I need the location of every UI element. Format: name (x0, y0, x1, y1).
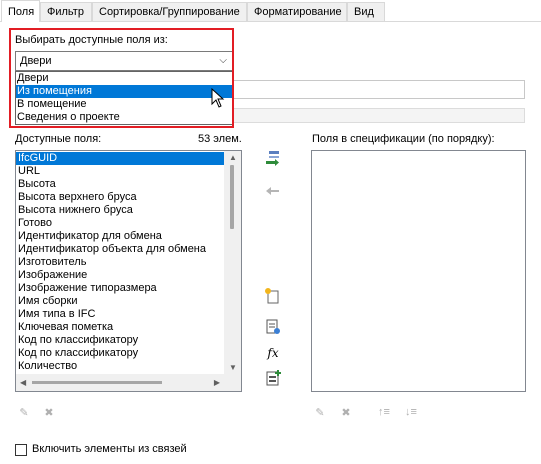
list-item[interactable]: Идентификатор объекта для обмена (16, 243, 224, 256)
category-dropdown: Двери Из помещения В помещение Сведения … (15, 71, 233, 125)
dropdown-option[interactable]: В помещение (16, 98, 232, 111)
include-links-label: Включить элементы из связей (32, 443, 187, 455)
list-item[interactable]: Имя типа в IFC (16, 308, 224, 321)
scroll-right-icon[interactable]: ▶ (214, 378, 220, 387)
add-parameter-button[interactable] (264, 149, 282, 167)
add-parameter-icon (266, 151, 279, 166)
combo-selected-value: Двери (20, 55, 52, 67)
dropdown-option-highlighted[interactable]: Из помещения (16, 85, 232, 98)
list-item[interactable]: Ключевая пометка (16, 321, 224, 334)
remove-parameter-icon (266, 187, 279, 195)
horizontal-scrollbar[interactable]: ◀ ▶ (16, 374, 224, 391)
tab-bar: Поля Фильтр Сортировка/Группирование Фор… (0, 0, 541, 22)
delete-icon: ✖ (44, 406, 54, 419)
select-from-label: Выбирать доступные поля из: (15, 34, 168, 46)
list-item[interactable]: URL (16, 165, 224, 178)
list-item[interactable]: Идентификатор для обмена (16, 230, 224, 243)
tab-filter[interactable]: Фильтр (40, 2, 92, 21)
list-item[interactable]: Готово (16, 217, 224, 230)
list-item[interactable]: Высота (16, 178, 224, 191)
edit-right-button[interactable]: ✎ (311, 403, 329, 421)
available-fields-list[interactable]: IfcGUID URL Высота Высота верхнего бруса… (15, 150, 242, 392)
edit-icon: ✎ (315, 406, 325, 419)
vertical-scrollbar[interactable]: ▲ ▼ (224, 151, 241, 374)
move-up-icon: ↑≡ (378, 406, 390, 418)
calculated-value-icon (266, 319, 280, 334)
list-item[interactable]: Изображение типоразмера (16, 282, 224, 295)
remove-parameter-button[interactable] (264, 182, 282, 200)
scheduled-fields-label: Поля в спецификации (по порядку): (312, 133, 495, 145)
list-item[interactable]: IfcGUID (16, 152, 224, 165)
hidden-field-lower (232, 108, 525, 123)
tab-fields[interactable]: Поля (1, 0, 40, 22)
scroll-thumb[interactable] (230, 165, 234, 229)
move-down-icon: ↓≡ (405, 406, 417, 418)
fx-icon: fx (267, 346, 279, 360)
scroll-thumb[interactable] (32, 381, 162, 384)
available-fields-label: Доступные поля: (15, 133, 102, 145)
dropdown-option[interactable]: Сведения о проекте (16, 111, 232, 124)
list-item[interactable]: Код по классификатору (16, 334, 224, 347)
combine-parameters-button[interactable] (264, 369, 282, 387)
list-item[interactable]: Код по классификатору (16, 347, 224, 360)
new-parameter-button[interactable] (264, 287, 282, 305)
list-item[interactable]: Высота верхнего бруса (16, 191, 224, 204)
delete-icon: ✖ (341, 406, 351, 419)
list-item[interactable]: Высота нижнего бруса (16, 204, 224, 217)
scroll-corner (224, 374, 241, 391)
fx-button[interactable]: fx (264, 344, 282, 362)
delete-left-button[interactable]: ✖ (40, 403, 58, 421)
scheduled-fields-list[interactable] (311, 150, 526, 392)
mouse-cursor-icon (211, 88, 225, 108)
list-item[interactable]: Изготовитель (16, 256, 224, 269)
category-combobox[interactable]: Двери ⌵ (15, 51, 233, 71)
move-down-button[interactable]: ↓≡ (402, 403, 420, 421)
combine-parameters-icon (266, 370, 281, 386)
tab-sorting[interactable]: Сортировка/Группирование (92, 2, 247, 21)
list-item[interactable]: Количество (16, 360, 224, 373)
scroll-up-icon[interactable]: ▲ (229, 153, 237, 162)
edit-icon: ✎ (19, 406, 29, 419)
scroll-down-icon[interactable]: ▼ (229, 363, 237, 372)
chevron-down-icon[interactable]: ⌵ (219, 52, 227, 70)
new-parameter-icon (265, 288, 279, 304)
list-item[interactable]: Изображение (16, 269, 224, 282)
delete-right-button[interactable]: ✖ (337, 403, 355, 421)
move-up-button[interactable]: ↑≡ (375, 403, 393, 421)
list-item[interactable]: Имя сборки (16, 295, 224, 308)
dropdown-option[interactable]: Двери (16, 72, 232, 85)
calculated-value-button[interactable] (264, 318, 282, 336)
available-count: 53 элем. (198, 133, 242, 145)
tab-view[interactable]: Вид (347, 2, 385, 21)
include-links-checkbox[interactable] (15, 444, 27, 456)
edit-left-button[interactable]: ✎ (15, 403, 33, 421)
scroll-left-icon[interactable]: ◀ (20, 378, 26, 387)
tab-formatting[interactable]: Форматирование (247, 2, 347, 21)
hidden-field-upper[interactable] (232, 80, 525, 99)
